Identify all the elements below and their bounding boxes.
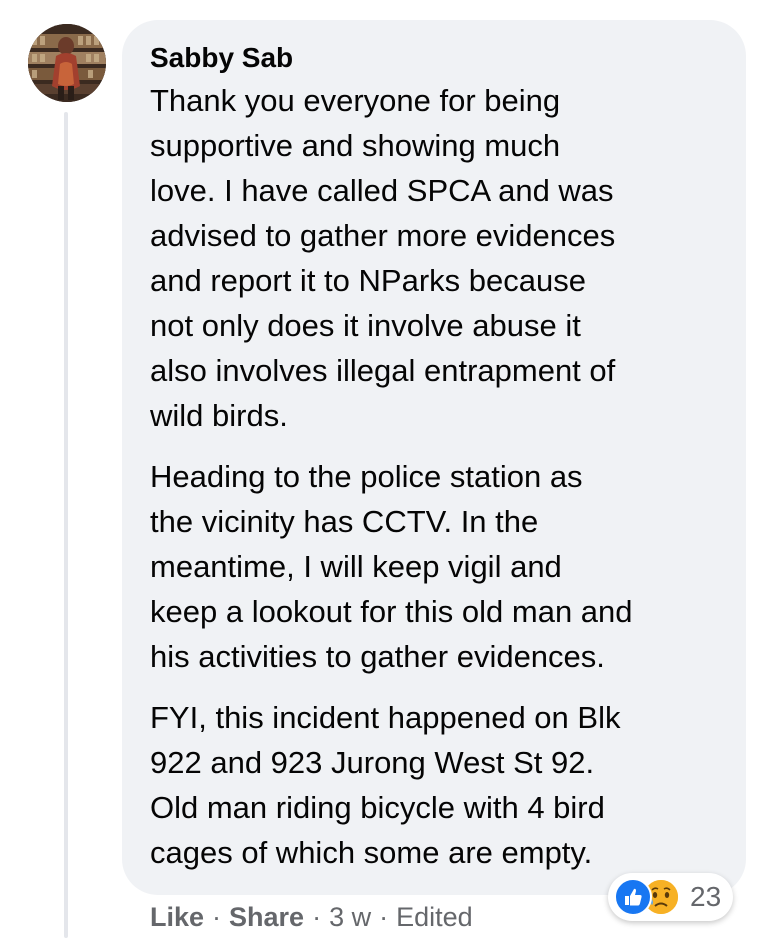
comment-paragraph: Thank you everyone for being supportive … — [150, 83, 616, 433]
thread-line — [64, 112, 68, 938]
comment-bubble: Sabby Sab Thank you everyone for being s… — [122, 20, 746, 895]
avatar-image — [28, 24, 106, 102]
comment-paragraph: FYI, this incident happened on Blk 922 a… — [150, 700, 621, 870]
separator: · — [212, 902, 222, 932]
reaction-count: 23 — [690, 881, 722, 912]
comment-author[interactable]: Sabby Sab — [150, 40, 718, 76]
comment-paragraph: Heading to the police station as the vic… — [150, 459, 633, 674]
avatar[interactable] — [28, 24, 106, 102]
edited-label[interactable]: Edited — [396, 898, 473, 936]
separator: · — [379, 902, 389, 932]
comment-actions: Like · Share · 3 w · Edited — [150, 898, 473, 936]
separator: · — [312, 902, 322, 932]
like-icon — [614, 878, 652, 916]
share-button[interactable]: Share — [229, 898, 304, 936]
comment-timestamp[interactable]: 3 w — [329, 898, 371, 936]
reaction-summary[interactable]: 23 — [608, 873, 734, 921]
like-button[interactable]: Like — [150, 898, 204, 936]
